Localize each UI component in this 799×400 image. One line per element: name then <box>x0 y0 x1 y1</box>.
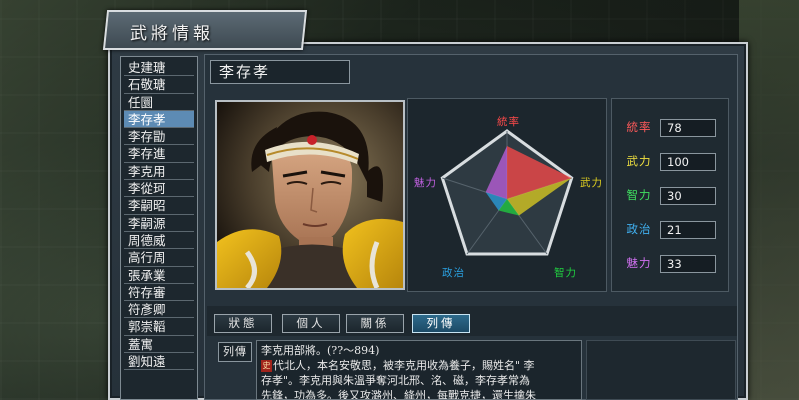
radar-label-leadership: 統率 <box>497 116 520 128</box>
tab-relations[interactable]: 關係 <box>346 314 404 333</box>
biography-line: 李克用部將。(??～894) <box>261 344 380 357</box>
officer-list-item[interactable]: 李嗣源 <box>124 215 194 232</box>
biography-text[interactable]: 李克用部將。(??～894) 史代北人，本名安敬思，被李克用收為養子，賜姓名" 李… <box>256 340 582 400</box>
officer-list-item[interactable]: 李嗣昭 <box>124 197 194 215</box>
ability-radar-panel: 統率 武力 智力 政治 魅力 <box>407 98 607 292</box>
biography-line: 存孝"。李克用與朱溫爭奪河北邢、洺、磁，李存孝常為 <box>261 374 531 387</box>
tab-biography[interactable]: 列傳 <box>412 314 470 333</box>
officer-list-item[interactable]: 郭崇韜 <box>124 318 194 336</box>
officer-list-item[interactable]: 蓋寓 <box>124 336 194 354</box>
portrait-image <box>217 102 403 288</box>
biography-label: 列傳 <box>218 342 252 362</box>
tab-status[interactable]: 狀態 <box>214 314 272 333</box>
officer-list-item[interactable]: 李克用 <box>124 163 194 181</box>
officer-list-item[interactable]: 史建瑭 <box>124 59 194 77</box>
officer-list-item[interactable]: 李從珂 <box>124 180 194 198</box>
biography-line-text: 代北人，本名安敬思，被李克用收為養子，賜姓名" 李 <box>273 359 535 372</box>
officer-list-item[interactable]: 李存進 <box>124 145 194 163</box>
stat-value: 78 <box>660 119 716 137</box>
stat-label: 魅力 <box>626 256 652 270</box>
officer-list-item[interactable]: 李存孝 <box>124 110 194 129</box>
stat-label: 統率 <box>626 120 652 134</box>
officer-list-item[interactable]: 李存勖 <box>124 128 194 146</box>
officer-list-item[interactable]: 符彥卿 <box>124 301 194 319</box>
biography-line: 史代北人，本名安敬思，被李克用收為養子，賜姓名" 李 <box>261 358 577 373</box>
officer-list[interactable]: 史建瑭 石敬瑭 任圜 李存孝 李存勖 李存進 李克用 李從珂 李嗣昭 李嗣源 周德威 高行周 張承業 符存… <box>120 56 198 400</box>
stat-value: 100 <box>660 153 716 171</box>
stat-label: 政治 <box>626 222 652 236</box>
officer-list-item[interactable]: 周德威 <box>124 232 194 250</box>
stat-value: 30 <box>660 187 716 205</box>
stat-value: 21 <box>660 221 716 239</box>
officer-list-item[interactable]: 高行周 <box>124 249 194 267</box>
window-title: 武將情報 <box>130 24 214 44</box>
radar-label-intelligence: 智力 <box>554 267 577 279</box>
officer-name: 李存孝 <box>210 60 350 84</box>
tab-personal[interactable]: 個人 <box>282 314 340 333</box>
officer-list-item[interactable]: 石敬瑭 <box>124 76 194 94</box>
stat-value: 33 <box>660 255 716 273</box>
radar-label-charisma: 魅力 <box>414 177 437 189</box>
stat-label: 智力 <box>626 188 652 202</box>
officer-list-item[interactable]: 劉知遠 <box>124 353 194 371</box>
biography-line: 先鋒，功為多。後又攻潞州、絳州，每戰克捷，還生擒朱 <box>261 389 536 400</box>
officer-portrait <box>215 100 405 290</box>
officer-list-item[interactable]: 符存審 <box>124 284 194 302</box>
officer-list-item[interactable]: 張承業 <box>124 267 194 284</box>
stat-label: 武力 <box>626 154 652 168</box>
biography-side-panel <box>586 340 736 400</box>
radar-label-war: 武力 <box>580 177 603 189</box>
radar-label-politics: 政治 <box>442 267 465 279</box>
history-mark-icon: 史 <box>261 360 272 372</box>
background-map-edge <box>739 0 799 400</box>
officer-list-item[interactable]: 任圜 <box>124 94 194 111</box>
